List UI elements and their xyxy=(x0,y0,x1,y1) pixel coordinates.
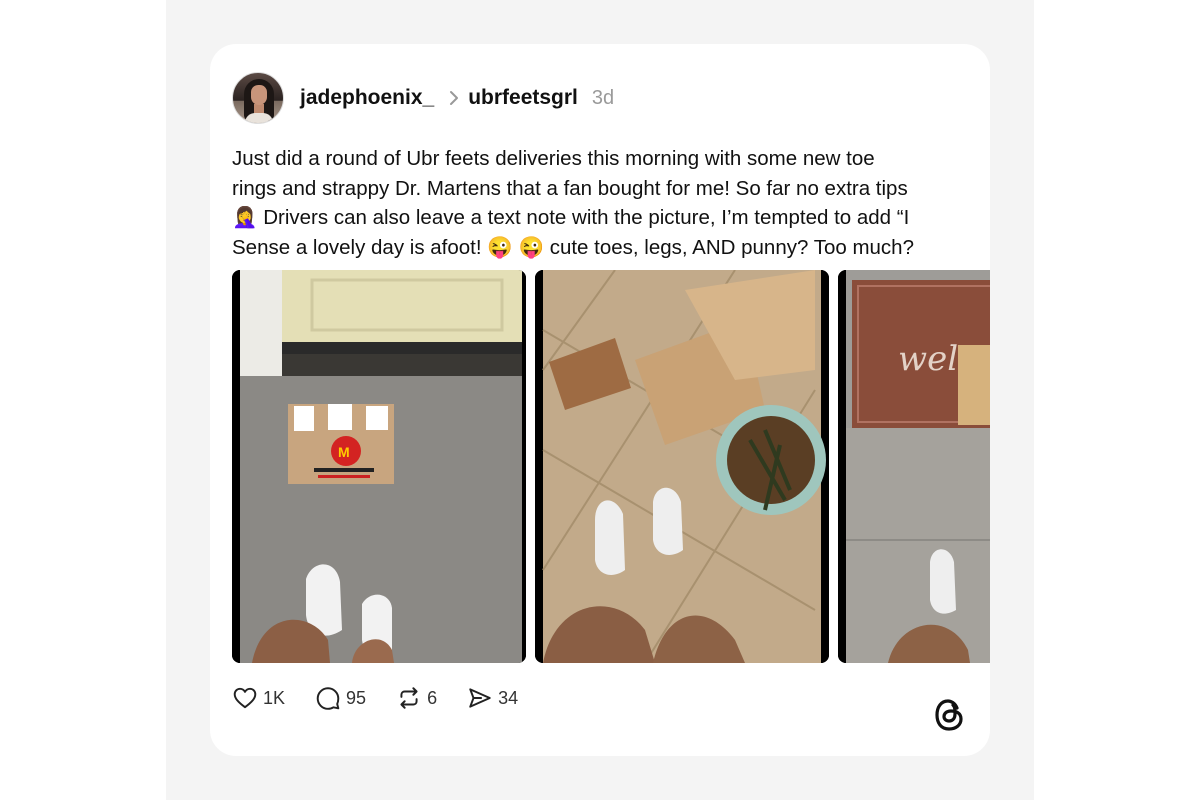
like-count: 1K xyxy=(263,687,286,708)
post-text-line: Just did a round of Ubr feets deliveries… xyxy=(232,147,875,170)
post-text-line: Sense a lovely day is afoot! 😜 😜 cute to… xyxy=(232,235,914,259)
like-button[interactable]: 1K xyxy=(232,685,285,711)
post-card: jadephoenix_ ubrfeetsgrl 3d Just did a r… xyxy=(210,44,990,756)
send-icon xyxy=(469,688,491,708)
post-header: jadephoenix_ ubrfeetsgrl 3d xyxy=(232,72,614,124)
comment-bubble-icon xyxy=(316,687,340,710)
post-text: Just did a round of Ubr feets deliveries… xyxy=(232,144,962,262)
avatar[interactable] xyxy=(232,72,284,124)
media-carousel[interactable]: M wel xyxy=(232,270,990,663)
svg-text:wel: wel xyxy=(898,339,958,379)
reply-to-username[interactable]: ubrfeetsgrl xyxy=(468,86,578,110)
post-photo-3[interactable]: wel xyxy=(838,270,990,663)
post-actions: 1K 95 6 34 xyxy=(232,684,548,712)
share-count: 34 xyxy=(498,687,519,708)
repost-button[interactable]: 6 xyxy=(396,685,437,711)
post-timestamp: 3d xyxy=(591,86,615,109)
share-button[interactable]: 34 xyxy=(467,685,518,711)
reply-button[interactable]: 95 xyxy=(315,685,366,711)
chevron-right-icon xyxy=(450,91,459,105)
svg-text:M: M xyxy=(338,444,350,460)
repost-icon xyxy=(400,687,418,709)
post-photo-2[interactable] xyxy=(535,270,829,663)
reply-count: 95 xyxy=(346,687,367,708)
threads-logo-icon xyxy=(935,699,963,731)
post-photo-1[interactable]: M xyxy=(232,270,526,663)
post-text-line: 🤦‍♀️ Drivers can also leave a text note … xyxy=(232,206,910,229)
post-text-line: rings and strappy Dr. Martens that a fan… xyxy=(232,176,908,200)
repost-count: 6 xyxy=(427,687,438,708)
heart-icon xyxy=(233,687,257,709)
author-username[interactable]: jadephoenix_ xyxy=(300,86,434,110)
